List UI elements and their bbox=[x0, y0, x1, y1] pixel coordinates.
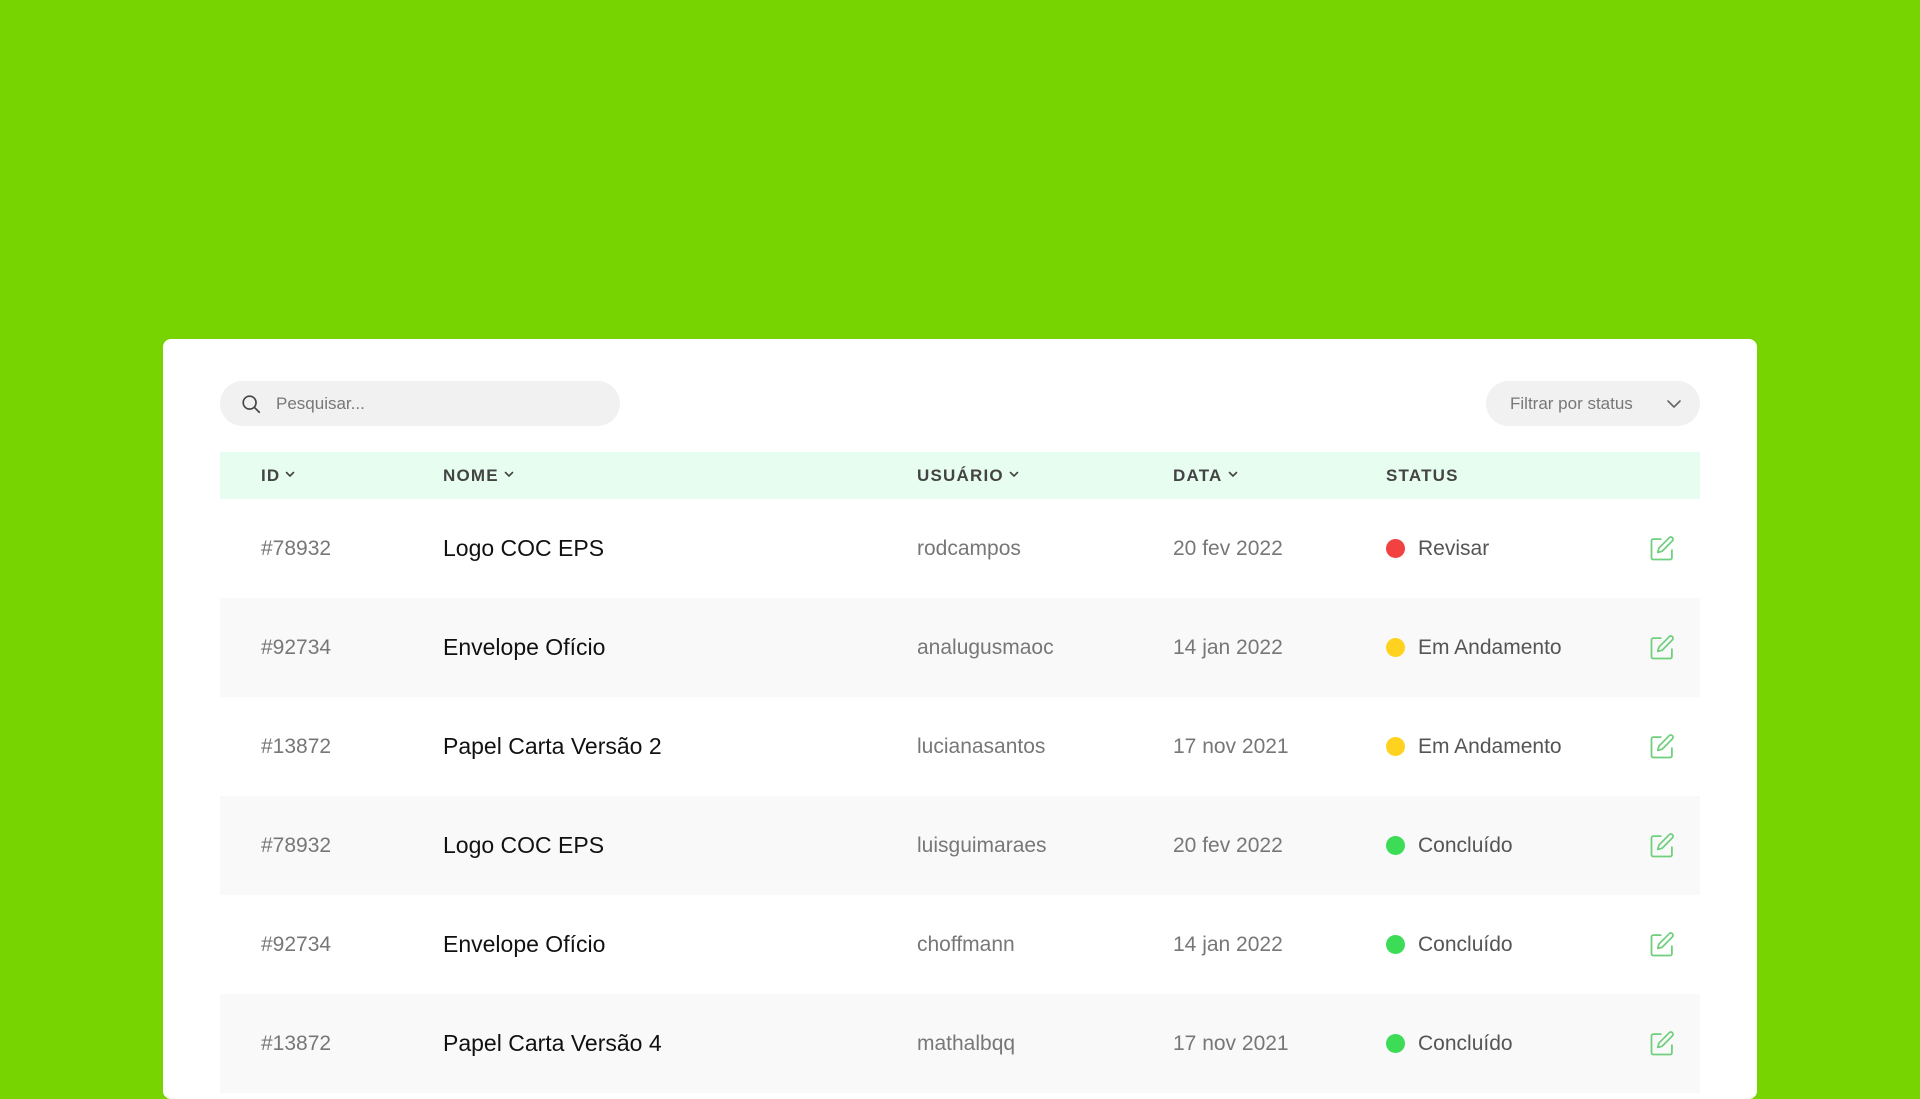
table-row[interactable]: #13872 Papel Carta Versão 4 mathalbqq 17… bbox=[220, 994, 1700, 1093]
row-status: Concluído bbox=[1386, 796, 1513, 895]
row-name: Logo COC EPS bbox=[443, 832, 605, 858]
table-row[interactable]: #92734 Envelope Ofício choffmann 14 jan … bbox=[220, 895, 1700, 994]
row-id: #13872 bbox=[261, 734, 332, 758]
table-header: ID NOME USUÁRIO DATA STATUS bbox=[220, 452, 1700, 499]
edit-button[interactable] bbox=[1648, 895, 1676, 994]
status-dot bbox=[1386, 1034, 1405, 1053]
status-label: Revisar bbox=[1418, 536, 1490, 560]
sort-chevron-icon bbox=[1228, 471, 1237, 477]
row-user: analugusmaoc bbox=[917, 635, 1054, 659]
row-user: lucianasantos bbox=[917, 734, 1046, 758]
toolbar: Filtrar por status bbox=[220, 381, 1700, 426]
search-box[interactable] bbox=[220, 381, 620, 426]
column-header-status-label: STATUS bbox=[1386, 465, 1459, 485]
edit-icon bbox=[1650, 535, 1674, 560]
status-label: Em Andamento bbox=[1418, 734, 1562, 758]
row-user: luisguimaraes bbox=[917, 833, 1047, 857]
row-id: #92734 bbox=[261, 635, 332, 659]
sort-chevron-icon bbox=[286, 471, 295, 477]
column-header-id-label: ID bbox=[261, 465, 281, 485]
edit-button[interactable] bbox=[1648, 796, 1676, 895]
row-id: #92734 bbox=[261, 932, 332, 956]
status-label: Concluído bbox=[1418, 932, 1513, 956]
row-status: Em Andamento bbox=[1386, 697, 1562, 796]
edit-icon bbox=[1650, 931, 1674, 956]
edit-icon bbox=[1650, 1030, 1674, 1055]
row-name: Envelope Ofício bbox=[443, 634, 606, 660]
row-user: choffmann bbox=[917, 932, 1015, 956]
status-dot bbox=[1386, 737, 1405, 756]
row-id: #13872 bbox=[261, 1031, 332, 1055]
sort-chevron-icon bbox=[1009, 471, 1019, 477]
search-input[interactable] bbox=[274, 392, 598, 415]
row-date: 20 fev 2022 bbox=[1173, 536, 1283, 560]
status-dot bbox=[1386, 638, 1405, 657]
column-header-name[interactable]: NOME bbox=[443, 452, 514, 499]
column-header-id[interactable]: ID bbox=[261, 452, 295, 499]
table-row[interactable]: #78932 Logo COC EPS luisguimaraes 20 fev… bbox=[220, 796, 1700, 895]
column-header-date[interactable]: DATA bbox=[1173, 452, 1238, 499]
row-status: Concluído bbox=[1386, 895, 1513, 994]
table-row[interactable]: #78932 Logo COC EPS rodcampos 20 fev 202… bbox=[220, 499, 1700, 598]
row-date: 14 jan 2022 bbox=[1173, 635, 1283, 659]
row-name: Envelope Ofício bbox=[443, 931, 606, 957]
row-date: 14 jan 2022 bbox=[1173, 932, 1283, 956]
column-header-status: STATUS bbox=[1386, 452, 1459, 499]
status-label: Em Andamento bbox=[1418, 635, 1562, 659]
row-id: #78932 bbox=[261, 536, 332, 560]
projects-card: Filtrar por status ID NOME USUÁRIO DATA bbox=[163, 339, 1757, 1099]
row-date: 17 nov 2021 bbox=[1173, 734, 1289, 758]
column-header-user[interactable]: USUÁRIO bbox=[917, 452, 1019, 499]
table-row[interactable]: #13872 Papel Carta Versão 2 lucianasanto… bbox=[220, 697, 1700, 796]
column-header-date-label: DATA bbox=[1173, 465, 1223, 485]
row-name: Papel Carta Versão 2 bbox=[443, 733, 662, 759]
column-header-user-label: USUÁRIO bbox=[917, 465, 1004, 485]
row-user: rodcampos bbox=[917, 536, 1021, 560]
row-name: Logo COC EPS bbox=[443, 535, 605, 561]
chevron-down-icon bbox=[1667, 399, 1681, 408]
edit-button[interactable] bbox=[1648, 994, 1676, 1093]
edit-button[interactable] bbox=[1648, 499, 1676, 598]
search-icon bbox=[242, 394, 261, 413]
column-header-name-label: NOME bbox=[443, 465, 499, 485]
status-dot bbox=[1386, 836, 1405, 855]
edit-icon bbox=[1650, 832, 1674, 857]
row-status: Concluído bbox=[1386, 994, 1513, 1093]
edit-icon bbox=[1650, 733, 1674, 758]
edit-button[interactable] bbox=[1648, 598, 1676, 697]
status-label: Concluído bbox=[1418, 833, 1513, 857]
status-dot bbox=[1386, 935, 1405, 954]
status-label: Concluído bbox=[1418, 1031, 1513, 1055]
sort-chevron-icon bbox=[504, 471, 514, 477]
status-filter-label: Filtrar por status bbox=[1510, 393, 1633, 413]
table-row[interactable]: #92734 Envelope Ofício analugusmaoc 14 j… bbox=[220, 598, 1700, 697]
row-date: 17 nov 2021 bbox=[1173, 1031, 1289, 1055]
edit-button[interactable] bbox=[1648, 697, 1676, 796]
row-id: #78932 bbox=[261, 833, 332, 857]
row-status: Revisar bbox=[1386, 499, 1489, 598]
status-filter-dropdown[interactable]: Filtrar por status bbox=[1486, 381, 1700, 426]
status-dot bbox=[1386, 539, 1405, 558]
projects-table: ID NOME USUÁRIO DATA STATUS #78932 Logo … bbox=[220, 452, 1700, 1093]
row-date: 20 fev 2022 bbox=[1173, 833, 1283, 857]
row-status: Em Andamento bbox=[1386, 598, 1562, 697]
row-user: mathalbqq bbox=[917, 1031, 1016, 1055]
row-name: Papel Carta Versão 4 bbox=[443, 1030, 662, 1056]
edit-icon bbox=[1650, 634, 1674, 659]
